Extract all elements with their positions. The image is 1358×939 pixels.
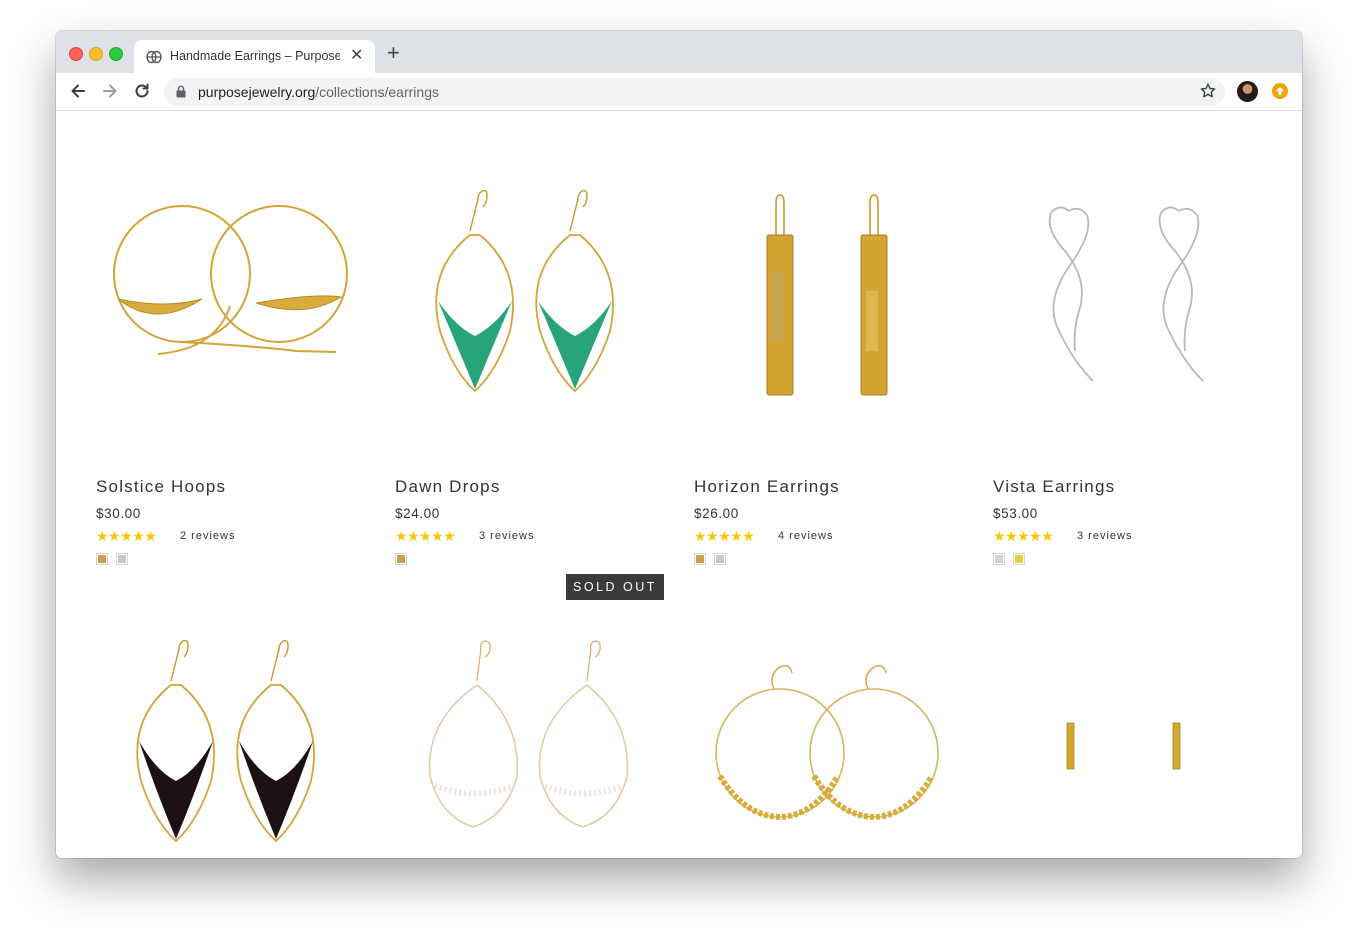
bookmark-star-icon[interactable] — [1199, 82, 1217, 100]
address-bar[interactable]: purposejewelry.org/collections/earrings — [164, 78, 1225, 106]
color-swatches — [694, 553, 734, 569]
url-path: /collections/earrings — [315, 84, 439, 100]
product-card[interactable]: Horizon Earrings $26.00 ★★★★★ 4 reviews — [694, 151, 964, 571]
product-card[interactable]: Vista Earrings $53.00 ★★★★★ 3 reviews — [993, 151, 1263, 571]
swatch-gold[interactable] — [96, 553, 108, 565]
product-price: $30.00 — [96, 506, 141, 521]
product-card[interactable] — [395, 611, 665, 858]
rating-stars-icon: ★★★★★ — [694, 528, 755, 544]
product-name[interactable]: Vista Earrings — [993, 477, 1115, 497]
url-text: purposejewelry.org/collections/earrings — [198, 84, 439, 100]
extension-icon[interactable] — [1272, 83, 1288, 99]
review-count[interactable]: 2 reviews — [180, 530, 235, 542]
product-card[interactable]: Solstice Hoops $30.00 ★★★★★ 2 reviews — [96, 151, 366, 571]
product-image-vista-earrings[interactable] — [993, 151, 1263, 401]
swatch-yellow-gold[interactable] — [1013, 553, 1025, 565]
rating-stars-icon: ★★★★★ — [993, 528, 1054, 544]
product-price: $26.00 — [694, 506, 739, 521]
product-card[interactable] — [993, 611, 1263, 858]
product-image-horizon-earrings[interactable] — [694, 151, 964, 401]
product-name[interactable]: Dawn Drops — [395, 477, 501, 497]
forward-arrow-icon[interactable] — [100, 81, 120, 101]
product-card[interactable]: Dawn Drops $24.00 ★★★★★ 3 reviews — [395, 151, 665, 571]
new-tab-button[interactable]: + — [387, 42, 400, 64]
tab-strip: Handmade Earrings – Purpose ✕ + — [56, 31, 1302, 73]
product-card[interactable] — [694, 611, 964, 858]
product-card[interactable] — [96, 611, 366, 858]
browser-tab[interactable]: Handmade Earrings – Purpose ✕ — [134, 40, 375, 73]
color-swatches — [395, 553, 415, 569]
browser-toolbar: purposejewelry.org/collections/earrings — [56, 73, 1302, 111]
color-swatches — [993, 553, 1033, 569]
product-name[interactable]: Solstice Hoops — [96, 477, 226, 497]
window-close-button[interactable] — [69, 47, 83, 61]
rating-stars-icon: ★★★★★ — [395, 528, 456, 544]
product-price: $24.00 — [395, 506, 440, 521]
page-content: Solstice Hoops $30.00 ★★★★★ 2 reviews Da… — [56, 111, 1302, 858]
product-image-gold-hoops[interactable] — [694, 611, 964, 858]
extension-arrow-icon — [1276, 86, 1284, 95]
sold-out-badge: SOLD OUT — [566, 574, 664, 600]
swatch-gold[interactable] — [395, 553, 407, 565]
swatch-silver[interactable] — [714, 553, 726, 565]
swatch-silver[interactable] — [993, 553, 1005, 565]
window-minimize-button[interactable] — [89, 47, 103, 61]
reload-icon[interactable] — [132, 81, 152, 101]
review-count[interactable]: 3 reviews — [1077, 530, 1132, 542]
product-price: $53.00 — [993, 506, 1038, 521]
product-image-dawn-drops[interactable] — [395, 151, 665, 401]
tab-close-icon[interactable]: ✕ — [350, 47, 363, 65]
url-domain: purposejewelry.org — [198, 84, 316, 100]
swatch-silver[interactable] — [116, 553, 128, 565]
product-image-solstice-hoops[interactable] — [96, 151, 366, 401]
product-image-bar-studs[interactable] — [993, 611, 1263, 858]
lock-icon — [176, 85, 186, 98]
site-favicon-icon — [146, 50, 162, 64]
tab-title: Handmade Earrings – Purpose — [170, 49, 340, 63]
profile-avatar[interactable] — [1237, 81, 1258, 102]
color-swatches — [96, 553, 136, 569]
swatch-gold[interactable] — [694, 553, 706, 565]
review-count[interactable]: 3 reviews — [479, 530, 534, 542]
product-image-onyx-drops[interactable] — [96, 611, 366, 858]
back-arrow-icon[interactable] — [68, 81, 88, 101]
review-count[interactable]: 4 reviews — [778, 530, 833, 542]
window-maximize-button[interactable] — [109, 47, 123, 61]
browser-window: Handmade Earrings – Purpose ✕ + purposej… — [56, 31, 1302, 858]
product-image-crystal-drops[interactable] — [395, 611, 665, 858]
product-name[interactable]: Horizon Earrings — [694, 477, 840, 497]
rating-stars-icon: ★★★★★ — [96, 528, 157, 544]
